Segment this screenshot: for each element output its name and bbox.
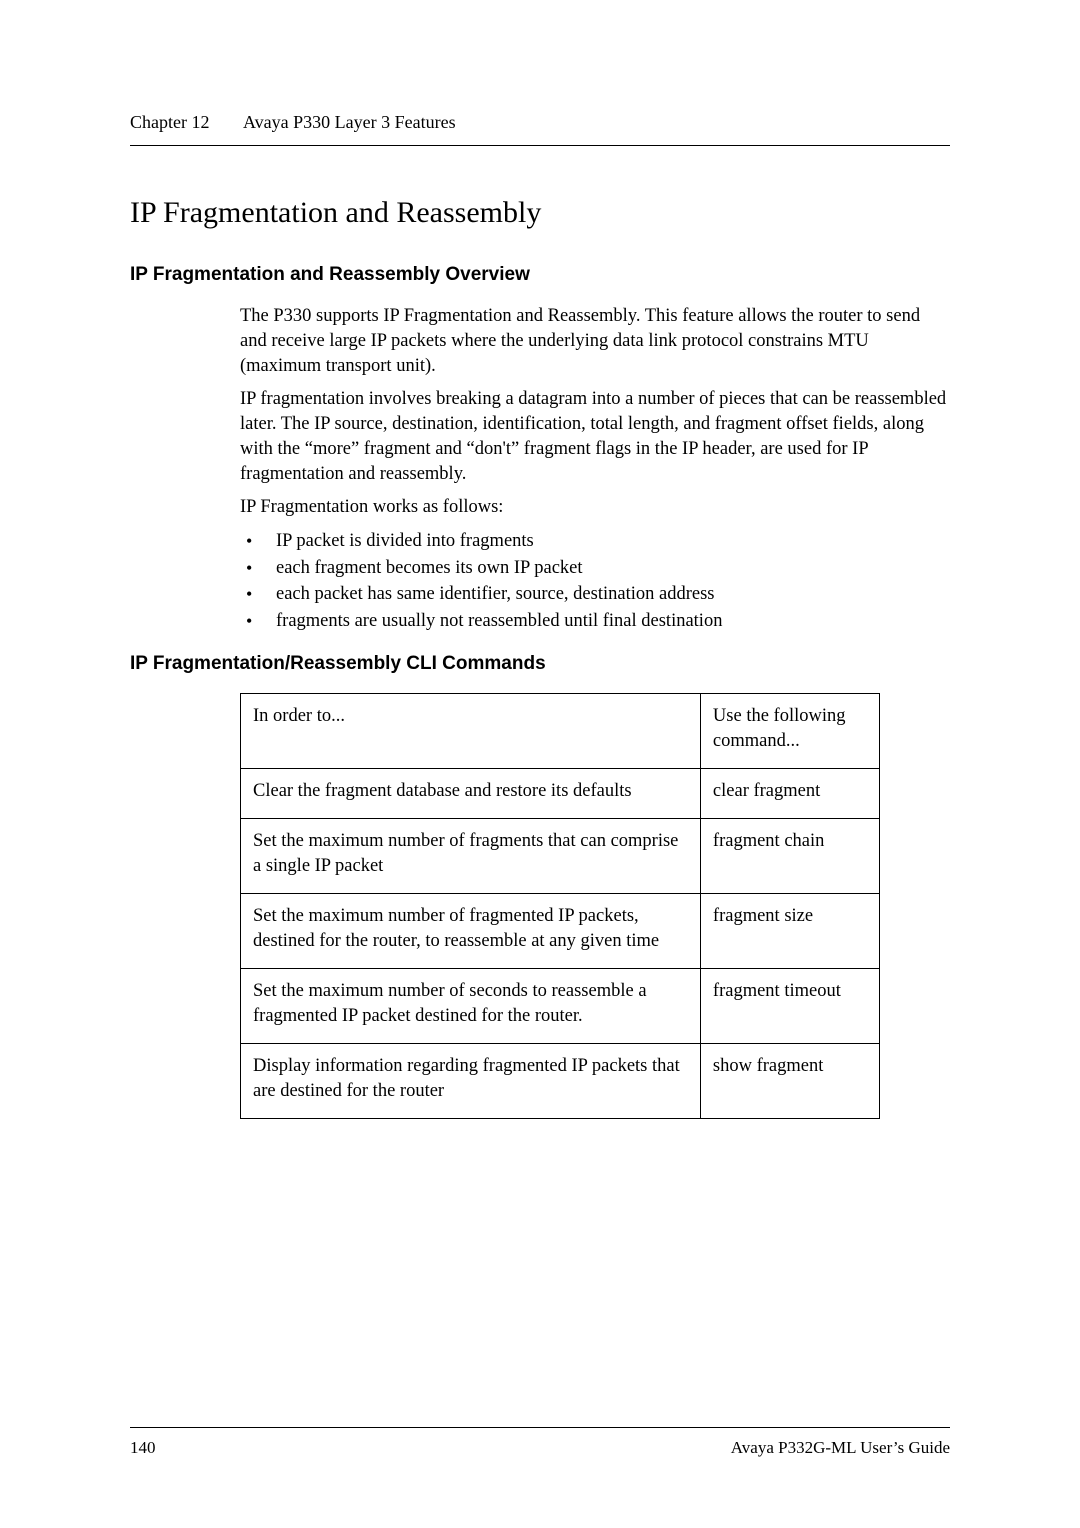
overview-body: The P330 supports IP Fragmentation and R… (130, 304, 950, 635)
table-row: Set the maximum number of seconds to rea… (241, 968, 880, 1043)
table-cell-cmd: fragment chain (700, 818, 879, 893)
cli-heading: IP Fragmentation/Reassembly CLI Commands (130, 653, 950, 675)
list-item: IP packet is divided into fragments (240, 528, 950, 555)
list-item: each packet has same identifier, source,… (240, 581, 950, 608)
table-header-col2: Use the following command... (700, 694, 879, 769)
table-header-row: In order to... Use the following command… (241, 694, 880, 769)
table-cell-desc: Set the maximum number of fragmented IP … (241, 893, 701, 968)
overview-para-2: IP fragmentation involves breaking a dat… (240, 387, 950, 487)
page-footer: 140 Avaya P332G-ML User’s Guide (130, 1427, 950, 1458)
chapter-title: Avaya P330 Layer 3 Features (243, 112, 456, 132)
table-cell-cmd: clear fragment (700, 768, 879, 818)
table-cell-cmd: fragment size (700, 893, 879, 968)
table-row: Display information regarding fragmented… (241, 1043, 880, 1118)
running-header: Chapter 12 Avaya P330 Layer 3 Features (130, 112, 950, 146)
table-cell-cmd: show fragment (700, 1043, 879, 1118)
page-number: 140 (130, 1438, 156, 1458)
cli-table-wrap: In order to... Use the following command… (130, 693, 950, 1119)
section-title: IP Fragmentation and Reassembly (130, 196, 950, 230)
overview-para-1: The P330 supports IP Fragmentation and R… (240, 304, 950, 379)
table-cell-desc: Set the maximum number of fragments that… (241, 818, 701, 893)
list-item: fragments are usually not reassembled un… (240, 608, 950, 635)
table-header-col1: In order to... (241, 694, 701, 769)
doc-title: Avaya P332G-ML User’s Guide (731, 1438, 950, 1458)
table-cell-desc: Set the maximum number of seconds to rea… (241, 968, 701, 1043)
overview-heading: IP Fragmentation and Reassembly Overview (130, 264, 950, 286)
chapter-label: Chapter 12 (130, 112, 209, 132)
table-row: Clear the fragment database and restore … (241, 768, 880, 818)
table-cell-desc: Clear the fragment database and restore … (241, 768, 701, 818)
table-cell-cmd: fragment timeout (700, 968, 879, 1043)
table-row: Set the maximum number of fragments that… (241, 818, 880, 893)
cli-table: In order to... Use the following command… (240, 693, 880, 1119)
page: Chapter 12 Avaya P330 Layer 3 Features I… (0, 0, 1080, 1528)
list-item: each fragment becomes its own IP packet (240, 555, 950, 582)
overview-bullets: IP packet is divided into fragments each… (240, 528, 950, 635)
overview-para-3: IP Fragmentation works as follows: (240, 495, 950, 520)
table-row: Set the maximum number of fragmented IP … (241, 893, 880, 968)
table-cell-desc: Display information regarding fragmented… (241, 1043, 701, 1118)
